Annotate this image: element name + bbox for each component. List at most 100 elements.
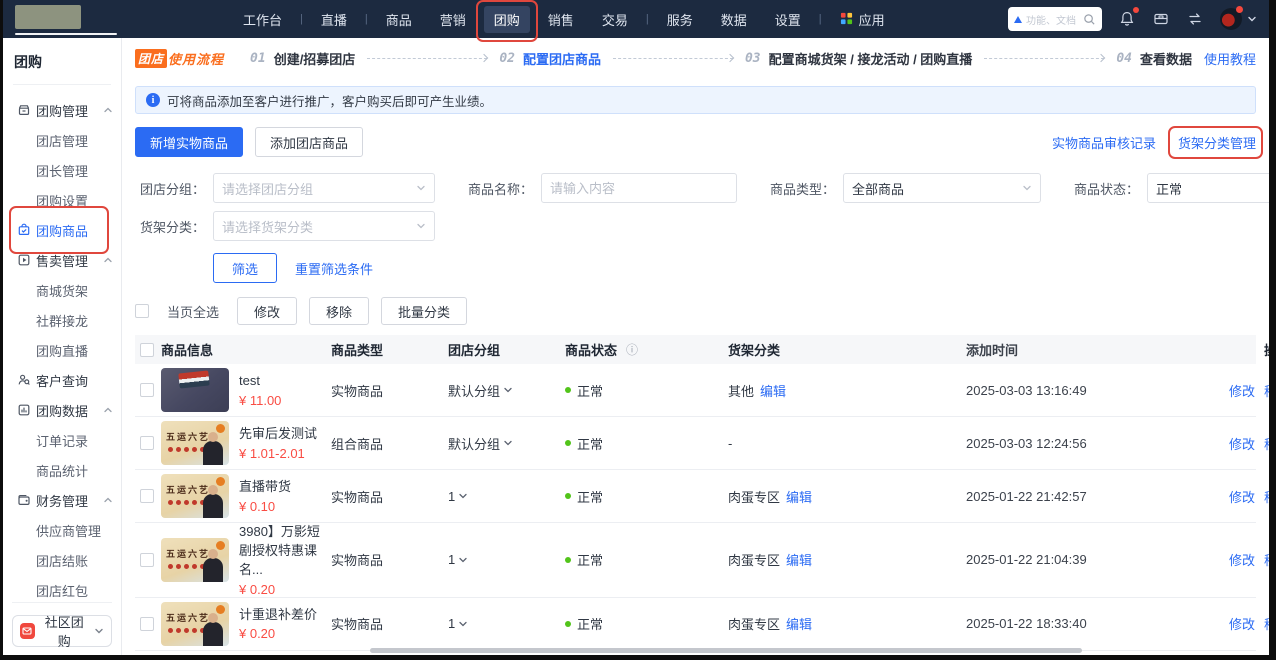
sidebar-subitem-label: 团购直播 <box>36 341 88 360</box>
store-group-select[interactable]: 请选择团店分组 <box>213 173 435 203</box>
sidebar-subitem[interactable]: 商城货架 <box>3 275 121 305</box>
row-checkbox[interactable] <box>140 617 154 631</box>
apps-grid-icon <box>840 12 854 26</box>
topnav-item[interactable]: 设置 <box>765 6 811 33</box>
sidebar-subitem[interactable]: 团购设置 <box>3 185 121 215</box>
add-physical-product-button[interactable]: 新增实物商品 <box>135 127 243 157</box>
topnav-item-label: 工作台 <box>243 10 282 29</box>
global-search-input[interactable]: 功能、文档 <box>1008 7 1102 31</box>
topnav-item[interactable]: 服务 <box>657 6 703 33</box>
workbench-box-icon[interactable] <box>1152 10 1170 28</box>
chevron-up-icon[interactable] <box>103 105 113 115</box>
table-header-row: 商品信息 商品类型 团店分组 商品状态ⓘ 货架分类 添加时间 操作 <box>135 335 1256 364</box>
header-checkbox[interactable] <box>140 343 154 357</box>
shelf-edit-link[interactable]: 编辑 <box>786 617 812 632</box>
sidebar-item[interactable]: 团购数据 <box>3 395 121 425</box>
sidebar-subitem[interactable]: 订单记录 <box>3 425 121 455</box>
row-checkbox[interactable] <box>140 489 154 503</box>
sidebar-item[interactable]: 团购管理 <box>3 95 121 125</box>
chevron-down-icon[interactable] <box>503 385 513 395</box>
shelf-edit-link[interactable]: 编辑 <box>786 490 812 505</box>
row-checkbox[interactable] <box>140 436 154 450</box>
chevron-down-icon[interactable] <box>458 491 468 501</box>
shelf-edit-link[interactable]: 编辑 <box>760 384 786 399</box>
sidebar-item[interactable]: 售卖管理 <box>3 245 121 275</box>
batch-remove-button[interactable]: 移除 <box>309 297 369 325</box>
batch-classify-button[interactable]: 批量分类 <box>381 297 467 325</box>
row-action-remove-link[interactable]: 移除 <box>1264 553 1269 568</box>
row-action-edit-link[interactable]: 修改 <box>1229 617 1255 632</box>
product-thumbnail: 五运六艺 <box>161 538 229 582</box>
shelf-category-cell: - <box>728 436 966 451</box>
select-all-checkbox[interactable] <box>135 304 149 318</box>
shelf-edit-link[interactable]: 编辑 <box>786 553 812 568</box>
row-action-edit-link[interactable]: 修改 <box>1229 437 1255 452</box>
thumbnail-graphic <box>168 447 173 452</box>
row-checkbox[interactable] <box>140 383 154 397</box>
shelf-category-value: 肉蛋专区 <box>728 553 780 568</box>
user-avatar[interactable] <box>1220 8 1257 30</box>
product-name-input[interactable] <box>550 181 728 196</box>
sidebar-subitem[interactable]: 团店红包 <box>3 575 121 605</box>
topnav-item[interactable]: 营销 <box>430 6 476 33</box>
topnav-item[interactable]: 应用 <box>830 6 895 33</box>
notifications-bell-icon[interactable] <box>1118 10 1136 28</box>
row-action-edit-link[interactable]: 修改 <box>1229 490 1255 505</box>
nav-divider: | <box>819 13 822 25</box>
shop-icon <box>17 103 31 117</box>
sidebar-subitem[interactable]: 商品统计 <box>3 455 121 485</box>
status-info-icon[interactable]: ⓘ <box>626 341 638 358</box>
row-action-remove-link[interactable]: 移除 <box>1264 384 1269 399</box>
horizontal-scrollbar[interactable] <box>370 648 1082 653</box>
topnav-item[interactable]: 团购 <box>484 6 530 33</box>
filter-button[interactable]: 筛选 <box>213 253 277 283</box>
reset-filters-link[interactable]: 重置筛选条件 <box>295 259 373 278</box>
row-action-remove-link[interactable]: 移除 <box>1264 617 1269 632</box>
sidebar-subitem[interactable]: 社群接龙 <box>3 305 121 335</box>
sidebar-item[interactable]: 团购商品 <box>3 215 121 245</box>
thumbnail-text: 五运六艺 <box>166 483 210 496</box>
sidebar-item[interactable]: 财务管理 <box>3 485 121 515</box>
workflow-title: 使用流程 <box>168 49 224 68</box>
chevron-down-icon[interactable] <box>503 438 513 448</box>
sidebar-subitem[interactable]: 供应商管理 <box>3 515 121 545</box>
app-switcher-button[interactable]: 社区团购 <box>12 615 112 647</box>
product-type-select[interactable]: 全部商品 <box>843 173 1041 203</box>
products-table: 商品信息 商品类型 团店分组 商品状态ⓘ 货架分类 添加时间 操作 test¥ … <box>135 335 1256 655</box>
sidebar-title: 团购 <box>3 48 121 84</box>
thumbnail-graphic <box>168 500 173 505</box>
chevron-up-icon[interactable] <box>103 255 113 265</box>
product-name: 先审后发测试 <box>239 425 317 444</box>
add-store-product-button[interactable]: 添加团店商品 <box>255 127 363 157</box>
chevron-down-icon[interactable] <box>458 555 468 565</box>
sidebar-item[interactable]: 客户查询 <box>3 365 121 395</box>
header-shelf-category: 货架分类 <box>728 340 966 359</box>
sidebar-subitem[interactable]: 团店结账 <box>3 545 121 575</box>
sidebar-subitem[interactable]: 团长管理 <box>3 155 121 185</box>
shelf-category-manage-link[interactable]: 货架分类管理 <box>1178 133 1256 152</box>
tutorial-link[interactable]: 使用教程 <box>1204 49 1256 68</box>
sidebar-subitem[interactable]: 团购直播 <box>3 335 121 365</box>
row-checkbox[interactable] <box>140 553 154 567</box>
row-action-remove-link[interactable]: 移除 <box>1264 437 1269 452</box>
topnav-item[interactable]: 商品 <box>376 6 422 33</box>
topnav-item[interactable]: 交易 <box>592 6 638 33</box>
topnav-item[interactable]: 数据 <box>711 6 757 33</box>
chevron-down-icon[interactable] <box>458 619 468 629</box>
batch-edit-button[interactable]: 修改 <box>237 297 297 325</box>
assistant-triangle-icon <box>1014 16 1022 23</box>
switch-arrows-icon[interactable] <box>1186 10 1204 28</box>
topnav-item[interactable]: 工作台 <box>233 6 292 33</box>
shelf-category-select[interactable]: 请选择货架分类 <box>213 211 435 241</box>
chevron-up-icon[interactable] <box>103 495 113 505</box>
topnav-item[interactable]: 直播 <box>311 6 357 33</box>
chevron-up-icon[interactable] <box>103 405 113 415</box>
sidebar-subitem[interactable]: 团店管理 <box>3 125 121 155</box>
row-action-edit-link[interactable]: 修改 <box>1229 384 1255 399</box>
review-records-link[interactable]: 实物商品审核记录 <box>1052 133 1156 152</box>
row-action-edit-link[interactable]: 修改 <box>1229 553 1255 568</box>
topnav-item[interactable]: 销售 <box>538 6 584 33</box>
row-action-remove-link[interactable]: 移除 <box>1264 490 1269 505</box>
goods-icon <box>17 223 31 237</box>
product-status-select[interactable]: 正常 <box>1147 173 1269 203</box>
